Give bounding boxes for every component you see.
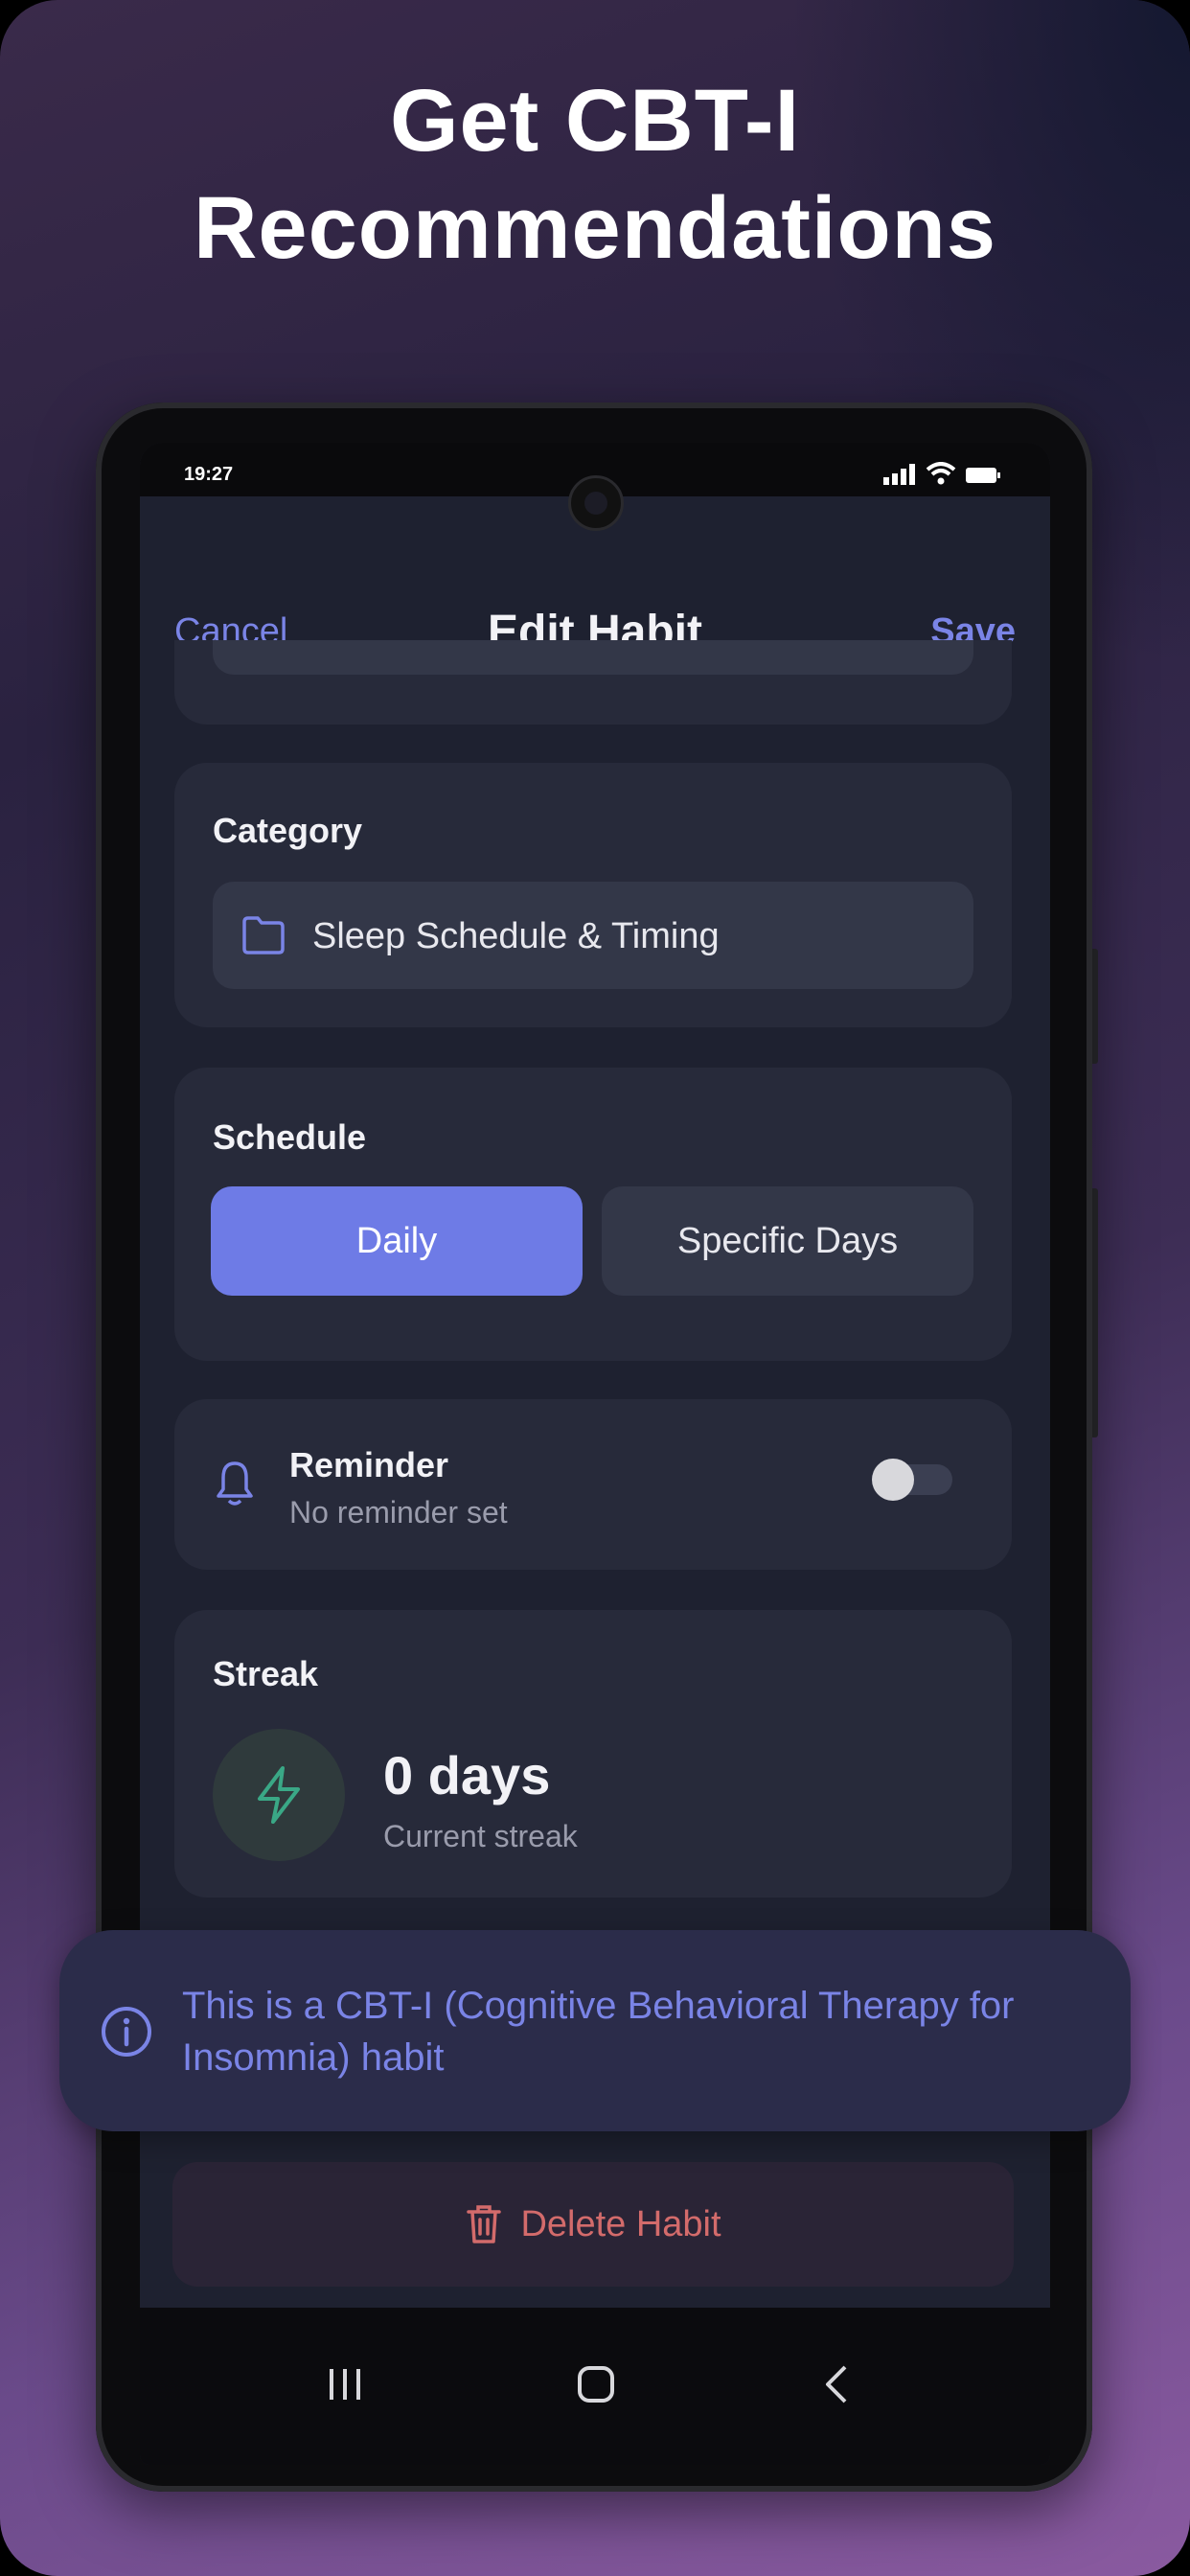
headline-line-1: Get CBT-I bbox=[389, 72, 801, 170]
lightning-icon bbox=[258, 1766, 300, 1824]
streak-title: Streak bbox=[213, 1654, 319, 1693]
cbt-info-toast: This is a CBT-I (Cognitive Behavioral Th… bbox=[59, 1930, 1131, 2131]
toggle-knob bbox=[872, 1459, 914, 1501]
schedule-title: Schedule bbox=[213, 1117, 367, 1157]
previous-card bbox=[174, 640, 1012, 724]
category-title: Category bbox=[213, 811, 363, 850]
headline-line-2: Recommendations bbox=[193, 179, 997, 277]
schedule-card: Schedule Daily Specific Days bbox=[174, 1068, 1012, 1361]
recent-apps-icon[interactable] bbox=[326, 2365, 364, 2404]
phone-screen: 19:27 Cancel Edit Habit Save Category Sl… bbox=[140, 443, 1050, 2465]
wifi-icon bbox=[926, 462, 956, 485]
schedule-option-daily[interactable]: Daily bbox=[211, 1186, 583, 1296]
category-value: Sleep Schedule & Timing bbox=[312, 916, 720, 956]
home-icon[interactable] bbox=[575, 2363, 617, 2405]
signal-icon bbox=[883, 464, 915, 485]
reminder-card: Reminder No reminder set bbox=[174, 1399, 1012, 1570]
category-card: Category Sleep Schedule & Timing bbox=[174, 763, 1012, 1027]
streak-badge bbox=[213, 1729, 345, 1861]
reminder-title: Reminder bbox=[289, 1445, 449, 1484]
status-time: 19:27 bbox=[184, 464, 234, 485]
battery-icon bbox=[966, 468, 1000, 483]
schedule-option-specific-days[interactable]: Specific Days bbox=[602, 1186, 973, 1296]
delete-habit-label: Delete Habit bbox=[520, 2203, 721, 2244]
info-icon bbox=[102, 2007, 151, 2057]
category-selector[interactable]: Sleep Schedule & Timing bbox=[213, 882, 973, 989]
trash-icon bbox=[467, 2205, 502, 2243]
folder-icon bbox=[242, 916, 285, 954]
bell-icon bbox=[217, 1461, 253, 1506]
front-camera bbox=[568, 475, 624, 531]
streak-card: Streak 0 days Current streak bbox=[174, 1610, 1012, 1898]
delete-habit-button[interactable]: Delete Habit bbox=[172, 2162, 1014, 2287]
reminder-toggle[interactable] bbox=[872, 1459, 952, 1501]
reminder-subtitle: No reminder set bbox=[289, 1495, 508, 1530]
previous-field bbox=[213, 640, 973, 675]
streak-value: 0 days bbox=[383, 1745, 551, 1806]
status-icons bbox=[883, 462, 1000, 485]
back-icon[interactable] bbox=[822, 2363, 851, 2405]
promo-headline: Get CBT-I Recommendations bbox=[0, 67, 1190, 282]
streak-caption: Current streak bbox=[383, 1819, 578, 1853]
toast-message: This is a CBT-I (Cognitive Behavioral Th… bbox=[182, 1985, 1015, 2079]
android-nav-bar bbox=[140, 2308, 1050, 2465]
